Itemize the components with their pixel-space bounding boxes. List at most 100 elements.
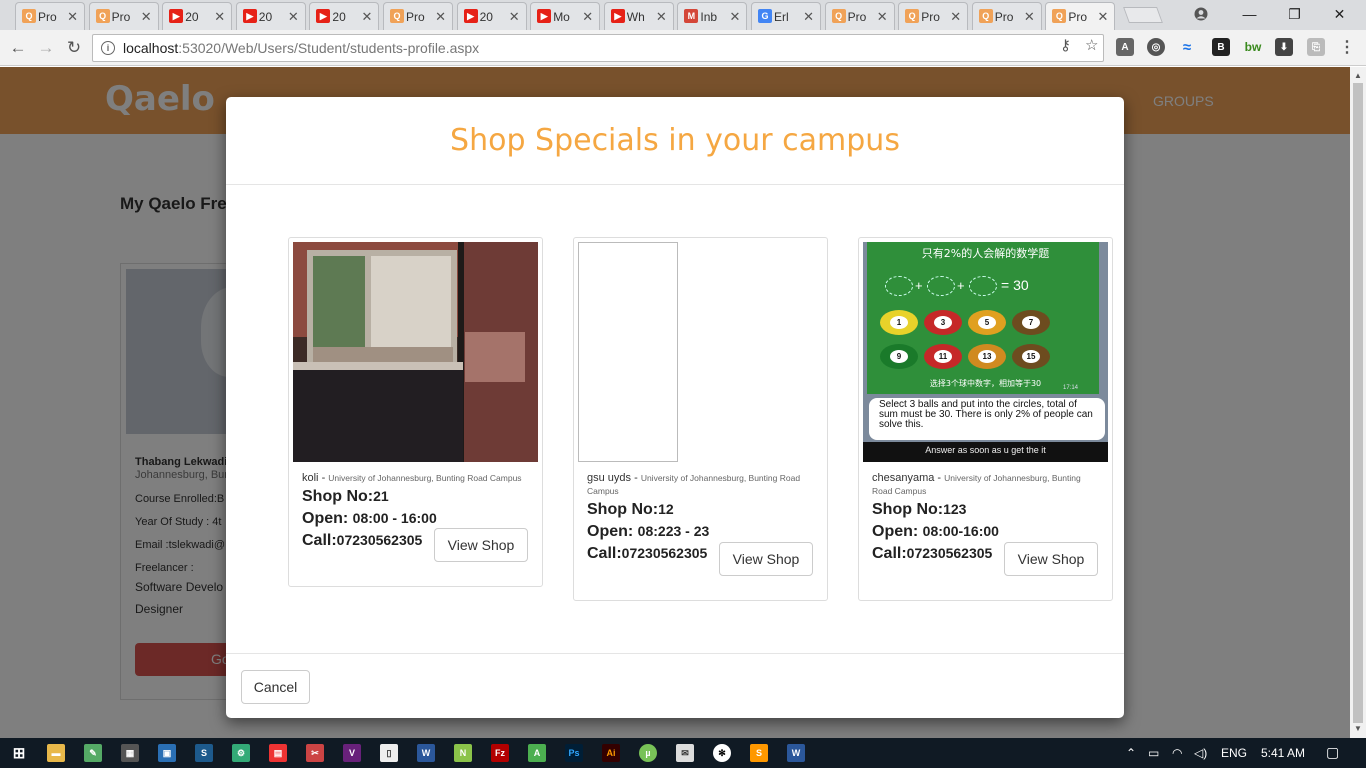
cancel-button[interactable]: Cancel — [241, 670, 310, 704]
shop-card-gsu-uyds: gsu uyds - University of Johannesburg, B… — [573, 237, 828, 601]
back-button[interactable]: ← — [6, 36, 30, 60]
shop-hours: Open: 08:00-16:00 — [872, 523, 999, 540]
shop-image: 只有2%的人会解的数学题 + + = 30 1 3 5 7 9 11 13 15 选择3个球中… — [863, 242, 1108, 462]
new-tab-button[interactable] — [1123, 7, 1163, 23]
scrollbar-thumb[interactable] — [1353, 83, 1363, 723]
snipping-icon[interactable]: ✂ — [306, 744, 324, 762]
view-shop-button[interactable]: View Shop — [1004, 542, 1098, 576]
browser-tab[interactable]: Q Pro ✕ — [824, 2, 895, 30]
modal-title: Shop Specials in your campus — [450, 123, 900, 158]
browser-tab[interactable]: ▶ Wh ✕ — [603, 2, 674, 30]
tab-close-icon[interactable]: ✕ — [141, 9, 152, 25]
tab-close-icon[interactable]: ✕ — [877, 9, 888, 25]
tab-close-icon[interactable]: ✕ — [582, 9, 593, 25]
pool-ball: 15 — [1012, 344, 1050, 369]
tab-title: Pro — [847, 9, 867, 24]
visual-studio-icon[interactable]: V — [343, 744, 361, 762]
tab-close-icon[interactable]: ✕ — [1097, 9, 1108, 25]
utorrent-icon[interactable]: µ — [639, 744, 657, 762]
browser-tab[interactable]: ▶ 20 ✕ — [235, 2, 306, 30]
battery-icon[interactable]: ▭ — [1148, 746, 1159, 760]
info-icon[interactable]: i — [101, 41, 115, 55]
page-scrollbar[interactable]: ▲ ▼ — [1350, 67, 1366, 738]
view-shop-button[interactable]: View Shop — [434, 528, 528, 562]
tab-close-icon[interactable]: ✕ — [1024, 9, 1035, 25]
sublime-icon[interactable]: S — [750, 744, 768, 762]
extension-download-icon[interactable]: ⬇ — [1275, 38, 1293, 56]
illustrator-icon[interactable]: Ai — [602, 744, 620, 762]
bookmark-star-icon[interactable]: ☆ — [1085, 36, 1098, 54]
tab-title: Mo — [553, 9, 570, 24]
extension-b-icon[interactable]: B — [1212, 38, 1230, 56]
shop-image-broken — [578, 242, 823, 462]
tab-close-icon[interactable]: ✕ — [509, 9, 520, 25]
restore-button[interactable]: ❐ — [1272, 0, 1317, 28]
pool-ball: 11 — [924, 344, 962, 369]
network-app-icon[interactable]: ⚙ — [232, 744, 250, 762]
tab-close-icon[interactable]: ✕ — [435, 9, 446, 25]
browser-tab[interactable]: M Inb ✕ — [677, 2, 748, 30]
minimize-button[interactable]: — — [1227, 0, 1272, 28]
tab-close-icon[interactable]: ✕ — [67, 9, 78, 25]
profile-icon[interactable] — [1178, 0, 1223, 28]
extension-bw-icon[interactable]: bw — [1242, 38, 1264, 56]
view-shop-button[interactable]: View Shop — [719, 542, 813, 576]
browser-tab[interactable]: ▶ Mo ✕ — [530, 2, 601, 30]
shop-number: Shop No:21 — [302, 488, 389, 505]
mail-icon[interactable]: ✉ — [676, 744, 694, 762]
tab-close-icon[interactable]: ✕ — [729, 9, 740, 25]
browser-tab[interactable]: Q Pro ✕ — [898, 2, 969, 30]
tab-close-icon[interactable]: ✕ — [288, 9, 299, 25]
youtube-icon: ▶ — [169, 9, 184, 23]
browser-tab[interactable]: Q Pro ✕ — [971, 2, 1042, 30]
word-doc-icon[interactable]: W — [417, 744, 435, 762]
windows-start-icon[interactable]: ⊞ — [10, 744, 28, 762]
menu-icon[interactable]: ⋮ — [1338, 38, 1356, 56]
filezilla-icon[interactable]: Fz — [491, 744, 509, 762]
tab-close-icon[interactable]: ✕ — [950, 9, 961, 25]
address-bar[interactable]: i localhost:53020/Web/Users/Student/stud… — [92, 34, 1104, 62]
notifications-icon[interactable]: ▢ — [1326, 744, 1339, 761]
photo-app-icon[interactable]: ▣ — [158, 744, 176, 762]
media-app-icon[interactable]: ▤ — [269, 744, 287, 762]
browser-tab[interactable]: ▶ 20 ✕ — [456, 2, 527, 30]
photoshop-icon[interactable]: Ps — [565, 744, 583, 762]
tab-close-icon[interactable]: ✕ — [656, 9, 667, 25]
browser-tab[interactable]: ▶ 20 ✕ — [309, 2, 380, 30]
calculator-icon[interactable]: ▦ — [121, 744, 139, 762]
browser-tab[interactable]: Q Pro ✕ — [1045, 2, 1116, 30]
extension-pdf-icon[interactable]: ⎘ — [1307, 38, 1325, 56]
app-icon[interactable]: ✻ — [713, 744, 731, 762]
reload-button[interactable]: ↻ — [62, 36, 86, 60]
sql-icon[interactable]: S — [195, 744, 213, 762]
tab-close-icon[interactable]: ✕ — [214, 9, 225, 25]
tray-chevron-icon[interactable]: ⌃ — [1126, 746, 1136, 760]
extension-globe-icon[interactable]: ◎ — [1147, 38, 1165, 56]
android-icon[interactable]: A — [528, 744, 546, 762]
extension-wave-icon[interactable]: ≈ — [1178, 38, 1196, 56]
document-icon[interactable]: ▯ — [380, 744, 398, 762]
browser-tab[interactable]: ▶ 20 ✕ — [162, 2, 233, 30]
browser-tab[interactable]: Q Pro ✕ — [88, 2, 159, 30]
tab-title: 20 — [332, 9, 346, 24]
browser-tab[interactable]: Q Pro ✕ — [15, 2, 85, 30]
pool-ball: 3 — [924, 310, 962, 335]
clock[interactable]: 5:41 AM — [1261, 746, 1305, 760]
browser-tab[interactable]: Q Pro ✕ — [383, 2, 453, 30]
tab-title: Pro — [1068, 9, 1088, 24]
wifi-icon[interactable]: ◠ — [1172, 746, 1182, 760]
language-indicator[interactable]: ENG — [1221, 746, 1247, 760]
close-window-button[interactable]: ✕ — [1317, 0, 1362, 28]
tab-close-icon[interactable]: ✕ — [361, 9, 372, 25]
notepad-plus-icon[interactable]: N — [454, 744, 472, 762]
volume-icon[interactable]: ◁) — [1194, 746, 1207, 760]
file-explorer-icon[interactable]: ▬ — [47, 744, 65, 762]
tab-close-icon[interactable]: ✕ — [803, 9, 814, 25]
extension-shield-icon[interactable]: A — [1116, 38, 1134, 56]
forward-button[interactable]: → — [34, 36, 58, 60]
word-icon[interactable]: W — [787, 744, 805, 762]
tab-title: Pro — [921, 9, 940, 24]
key-icon[interactable]: ⚷ — [1060, 36, 1071, 54]
browser-tab[interactable]: G Erl ✕ — [751, 2, 821, 30]
paint-icon[interactable]: ✎ — [84, 744, 102, 762]
